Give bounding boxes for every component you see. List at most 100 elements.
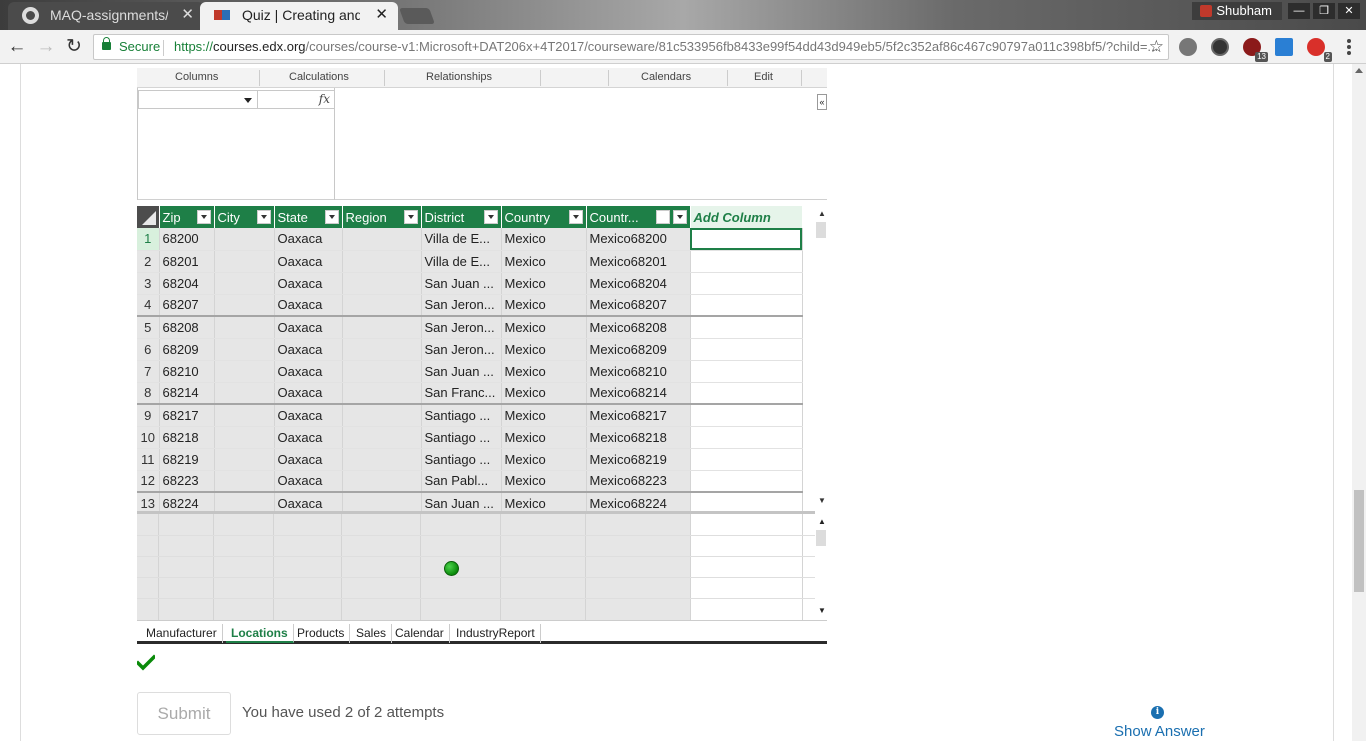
ribbon-group-calendars[interactable]: Calendars — [641, 71, 691, 83]
show-answer-button[interactable]: Show Answer — [1114, 723, 1205, 740]
cell-state[interactable]: Oaxaca — [274, 294, 343, 317]
cell-add-column[interactable] — [690, 426, 803, 449]
sheet-tab-industryreport[interactable]: IndustryReport — [451, 624, 541, 643]
cell-cc[interactable]: Mexico68217 — [586, 404, 691, 427]
cell-cc[interactable]: Mexico68204 — [586, 272, 691, 295]
sheet-tab-manufacturer[interactable]: Manufacturer — [141, 624, 223, 643]
cell-state[interactable]: Oaxaca — [274, 250, 343, 273]
cell-state[interactable]: Oaxaca — [274, 470, 343, 493]
scroll-up-icon[interactable] — [1355, 68, 1363, 73]
cell-district[interactable]: Santiago ... — [421, 404, 502, 427]
cell-city[interactable] — [214, 404, 275, 427]
cell-cc[interactable]: Mexico68210 — [586, 360, 691, 383]
cell-cc[interactable]: Mexico68208 — [586, 316, 691, 339]
cell-region[interactable] — [342, 470, 422, 493]
cell-country[interactable]: Mexico — [501, 360, 587, 383]
minimize-button[interactable]: — — [1288, 3, 1310, 19]
cell-zip[interactable]: 68210 — [159, 360, 215, 383]
cell-region[interactable] — [342, 294, 422, 317]
filter-dropdown-icon[interactable] — [403, 210, 418, 224]
cell-country[interactable]: Mexico — [501, 272, 587, 295]
column-header-region[interactable]: Region — [342, 206, 422, 228]
table-row[interactable]: 8 68214 Oaxaca San Franc... Mexico Mexico6821… — [137, 382, 803, 405]
forward-button[interactable]: → — [34, 35, 58, 59]
cell-state[interactable]: Oaxaca — [274, 228, 343, 251]
ext-1-icon[interactable] — [1179, 38, 1197, 56]
row-number[interactable]: 6 — [137, 338, 160, 361]
cell-add-column[interactable] — [690, 294, 803, 317]
expand-formula-icon[interactable]: « — [817, 94, 827, 110]
cell-region[interactable] — [342, 338, 422, 361]
cell-cc[interactable]: Mexico68200 — [586, 228, 691, 251]
column-header-country[interactable]: Country — [501, 206, 587, 228]
cell-district[interactable]: Santiago ... — [421, 426, 502, 449]
cell-country[interactable]: Mexico — [501, 294, 587, 317]
cell-state[interactable]: Oaxaca — [274, 338, 343, 361]
filter-dropdown-icon[interactable] — [483, 210, 498, 224]
cell-cc[interactable]: Mexico68218 — [586, 426, 691, 449]
cell-state[interactable]: Oaxaca — [274, 316, 343, 339]
row-number[interactable]: 7 — [137, 360, 160, 383]
cell-zip[interactable]: 68209 — [159, 338, 215, 361]
select-all-corner[interactable] — [137, 206, 160, 228]
cell-city[interactable] — [214, 250, 275, 273]
ext-ublock-icon[interactable]: 13 — [1243, 38, 1268, 62]
cell-city[interactable] — [214, 272, 275, 295]
cell-region[interactable] — [342, 382, 422, 405]
cell-country[interactable]: Mexico — [501, 382, 587, 405]
table-row[interactable]: 10 68218 Oaxaca Santiago ... Mexico Mexico682… — [137, 426, 803, 449]
table-row[interactable]: 11 68219 Oaxaca Santiago ... Mexico Mexico682… — [137, 448, 803, 471]
scrollbar-thumb[interactable] — [816, 222, 826, 238]
scrollbar-thumb[interactable] — [1354, 490, 1364, 592]
cell-district[interactable]: San Franc... — [421, 382, 502, 405]
row-number[interactable]: 1 — [137, 228, 160, 251]
cell-state[interactable]: Oaxaca — [274, 272, 343, 295]
cell-add-column[interactable] — [690, 228, 803, 251]
table-row[interactable]: 7 68210 Oaxaca San Juan ... Mexico Mexico6821… — [137, 360, 803, 383]
cell-country[interactable]: Mexico — [501, 470, 587, 493]
row-number[interactable]: 3 — [137, 272, 160, 295]
table-row[interactable]: 2 68201 Oaxaca Villa de E... Mexico Mexico682… — [137, 250, 803, 273]
cell-state[interactable]: Oaxaca — [274, 360, 343, 383]
cell-district[interactable]: Santiago ... — [421, 448, 502, 471]
name-box[interactable] — [138, 90, 258, 109]
sheet-tab-sales[interactable]: Sales — [351, 624, 393, 643]
ribbon-group-columns[interactable]: Columns — [175, 71, 218, 83]
cell-zip[interactable]: 68204 — [159, 272, 215, 295]
cell-district[interactable]: San Pabl... — [421, 470, 502, 493]
cell-zip[interactable]: 68219 — [159, 448, 215, 471]
row-number[interactable]: 8 — [137, 382, 160, 405]
sheet-tab-locations[interactable]: Locations — [226, 624, 294, 643]
cell-district[interactable]: San Jeron... — [421, 316, 502, 339]
filter-dropdown-icon[interactable] — [256, 210, 271, 224]
column-header-countrycode[interactable]: Countr... — [586, 206, 691, 228]
cell-country[interactable]: Mexico — [501, 316, 587, 339]
cell-zip[interactable]: 68214 — [159, 382, 215, 405]
cell-region[interactable] — [342, 272, 422, 295]
cell-state[interactable]: Oaxaca — [274, 404, 343, 427]
sheet-tab-calendar[interactable]: Calendar — [390, 624, 450, 643]
ext-blue-icon[interactable] — [1275, 38, 1293, 56]
cell-country[interactable]: Mexico — [501, 250, 587, 273]
cell-zip[interactable]: 68223 — [159, 470, 215, 493]
cell-city[interactable] — [214, 316, 275, 339]
browser-tab-github[interactable]: MAQ-assignments/co ✕ — [8, 2, 204, 30]
table-row[interactable]: 1 68200 Oaxaca Villa de E... Mexico Mexico682… — [137, 228, 803, 251]
grid-scrollbar[interactable]: ▲ ▼ — [815, 206, 827, 511]
close-window-button[interactable]: ✕ — [1338, 3, 1360, 19]
scroll-up-icon[interactable]: ▲ — [818, 209, 826, 218]
scrollbar-thumb[interactable] — [816, 530, 826, 546]
cell-zip[interactable]: 68218 — [159, 426, 215, 449]
row-number[interactable]: 5 — [137, 316, 160, 339]
cell-state[interactable]: Oaxaca — [274, 426, 343, 449]
cell-add-column[interactable] — [690, 382, 803, 405]
row-number[interactable]: 2 — [137, 250, 160, 273]
cell-district[interactable]: San Jeron... — [421, 294, 502, 317]
cell-cc[interactable]: Mexico68219 — [586, 448, 691, 471]
cell-region[interactable] — [342, 360, 422, 383]
cell-add-column[interactable] — [690, 360, 803, 383]
close-tab-icon[interactable]: ✕ — [181, 2, 194, 28]
submit-button[interactable]: Submit — [137, 692, 231, 735]
cell-region[interactable] — [342, 228, 422, 251]
cell-add-column[interactable] — [690, 404, 803, 427]
